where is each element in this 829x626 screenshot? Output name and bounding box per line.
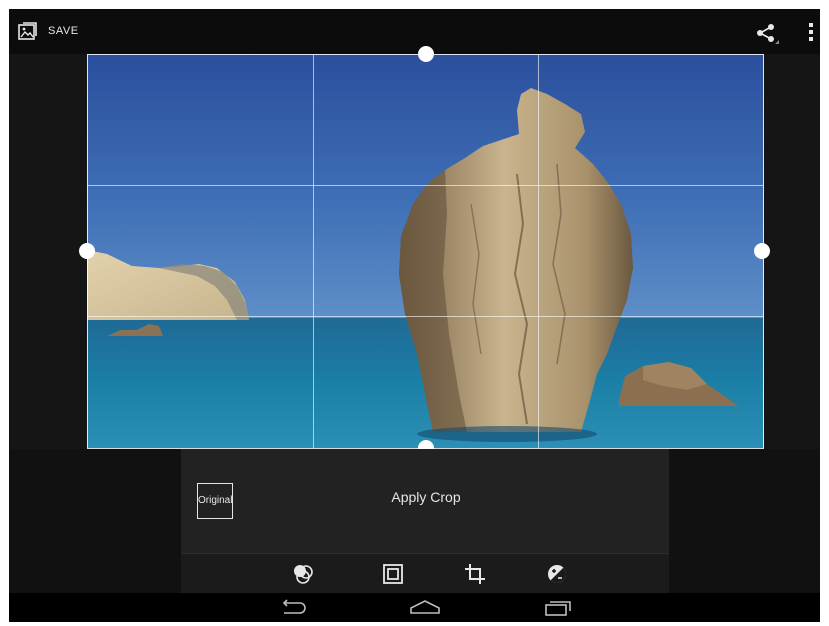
photo[interactable]: [87, 54, 764, 448]
photo-editor-screen: SAVE Original Apply Crop: [9, 9, 820, 622]
editor-toolbar: [181, 554, 669, 593]
crop-handle-left[interactable]: [79, 243, 95, 259]
action-bar: SAVE: [9, 9, 820, 54]
home-icon: [410, 600, 440, 614]
share-button[interactable]: [754, 21, 780, 45]
filters-button[interactable]: [291, 562, 315, 586]
photo-save-icon: [17, 20, 39, 42]
frames-icon: [383, 564, 403, 584]
crop-handle-top[interactable]: [418, 46, 434, 62]
crop-icon: [465, 564, 485, 584]
original-button[interactable]: Original: [197, 483, 233, 519]
share-icon: [757, 24, 779, 44]
crop-handle-right[interactable]: [754, 243, 770, 259]
save-label: SAVE: [48, 25, 79, 37]
recent-apps-button[interactable]: [540, 598, 574, 618]
filters-icon: [294, 565, 313, 584]
home-button[interactable]: [408, 598, 442, 618]
image-canvas: [9, 46, 820, 456]
frames-button[interactable]: [381, 562, 405, 586]
back-icon: [282, 599, 306, 614]
exposure-button[interactable]: [545, 562, 569, 586]
save-button[interactable]: SAVE: [17, 15, 79, 47]
apply-crop-button[interactable]: Apply Crop: [361, 489, 491, 505]
system-nav-bar: [9, 593, 820, 622]
crop-panel: Original Apply Crop: [181, 449, 669, 554]
overflow-menu-icon: [809, 23, 813, 41]
overflow-menu-button[interactable]: [806, 21, 816, 43]
crop-button[interactable]: [463, 562, 487, 586]
back-button[interactable]: [276, 598, 310, 618]
exposure-icon: [548, 565, 567, 584]
recent-apps-icon: [545, 601, 571, 616]
